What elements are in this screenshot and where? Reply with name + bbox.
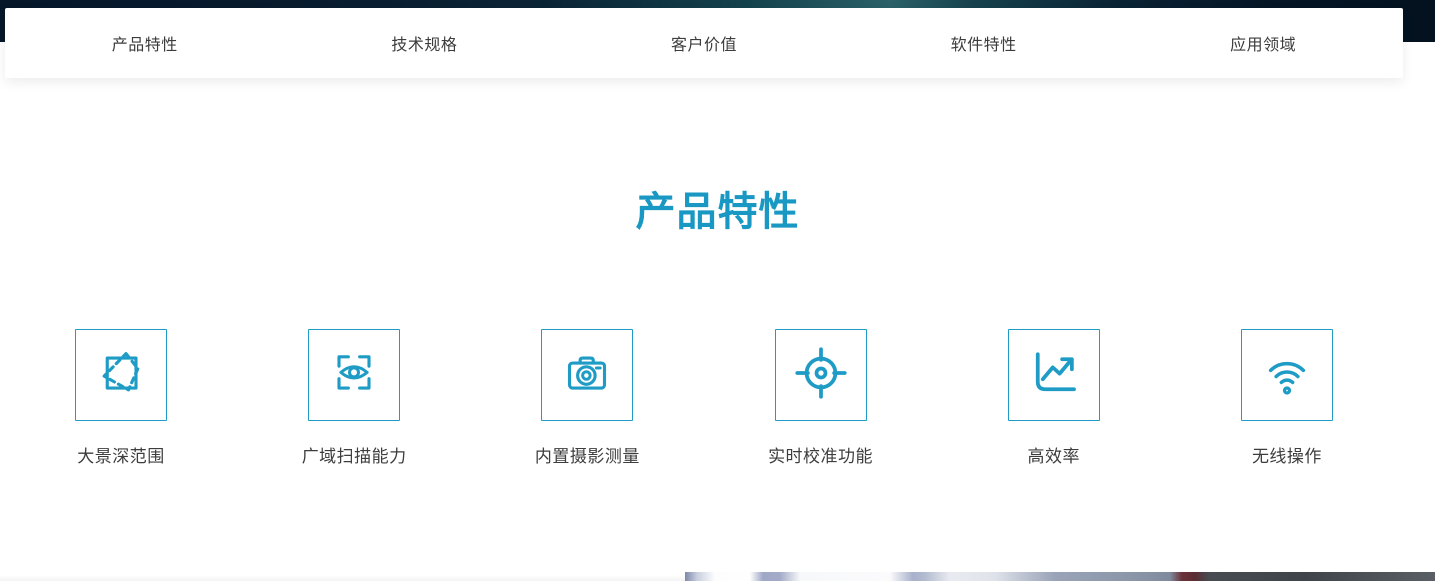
feature-item: 广域扫描能力 — [273, 329, 435, 467]
bottom-fade — [0, 575, 690, 581]
depth-of-field-icon — [91, 343, 151, 408]
icon-box — [75, 329, 167, 421]
icon-box — [1008, 329, 1100, 421]
feature-label: 内置摄影测量 — [535, 442, 640, 467]
wifi-icon — [1257, 343, 1317, 408]
feature-label: 广域扫描能力 — [302, 442, 407, 467]
icon-box — [775, 329, 867, 421]
feature-label: 大景深范围 — [77, 442, 165, 467]
nav-tab-software-features[interactable]: 软件特性 — [951, 31, 1017, 55]
feature-item: 内置摄影测量 — [506, 329, 668, 467]
camera-icon — [557, 343, 617, 408]
nav-tab-product-features[interactable]: 产品特性 — [112, 31, 178, 55]
section-nav-bar: 产品特性 技术规格 客户价值 软件特性 应用领域 — [5, 8, 1403, 78]
feature-item: 大景深范围 — [40, 329, 202, 467]
calibration-target-icon — [791, 343, 851, 408]
feature-item: 实时校准功能 — [740, 329, 902, 467]
nav-tab-customer-value[interactable]: 客户价值 — [671, 31, 737, 55]
icon-box — [541, 329, 633, 421]
nav-tab-application-areas[interactable]: 应用领域 — [1230, 31, 1296, 55]
feature-label: 无线操作 — [1252, 442, 1322, 467]
wide-scan-eye-icon — [324, 343, 384, 408]
feature-grid: 大景深范围 广域扫描能力 — [40, 329, 1368, 467]
feature-item: 无线操作 — [1206, 329, 1368, 467]
next-section-photo-sliver — [685, 572, 1435, 581]
feature-label: 高效率 — [1028, 442, 1081, 467]
nav-tab-tech-specs[interactable]: 技术规格 — [391, 31, 457, 55]
page: 产品特性 技术规格 客户价值 软件特性 应用领域 产品特性 大景深范围 — [0, 0, 1435, 581]
icon-box — [308, 329, 400, 421]
feature-item: 高效率 — [973, 329, 1135, 467]
icon-box — [1241, 329, 1333, 421]
efficiency-chart-icon — [1024, 343, 1084, 408]
feature-label: 实时校准功能 — [768, 442, 873, 467]
